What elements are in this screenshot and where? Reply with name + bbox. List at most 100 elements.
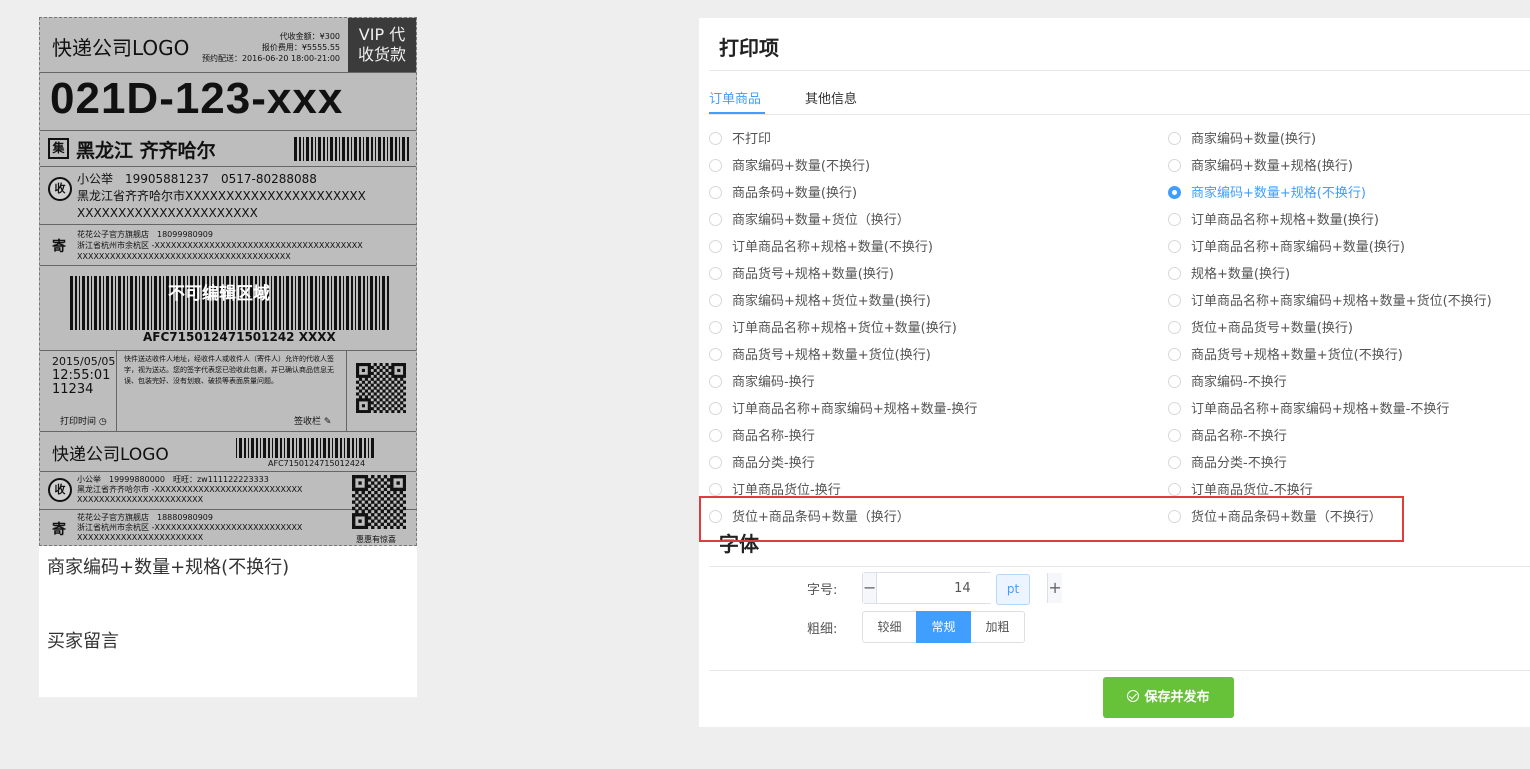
sender-icon-stub: 寄 [52, 522, 66, 538]
radio-icon[interactable] [709, 375, 722, 388]
print-option[interactable]: 商家编码+规格+货位+数量(换行) [709, 293, 931, 311]
vip-line-1: VIP 代 [358, 25, 406, 44]
receiver-address-2: XXXXXXXXXXXXXXXXXXXXXX [77, 206, 258, 220]
radio-icon[interactable] [1168, 213, 1181, 226]
divider [116, 351, 117, 431]
unit-button[interactable]: pt [996, 574, 1030, 605]
highlight-box [699, 496, 1404, 542]
radio-icon[interactable] [709, 294, 722, 307]
print-option[interactable]: 订单商品名称+商家编码+规格+数量-不换行 [1168, 401, 1449, 419]
radio-icon[interactable] [709, 267, 722, 280]
print-option[interactable]: 订单商品名称+规格+数量(换行) [1168, 212, 1379, 230]
print-option[interactable]: 商品货号+规格+数量(换行) [709, 266, 894, 284]
receiver-stub-info: 小公举 19999880000 旺旺：zw111122223333 黑龙江省齐齐… [77, 475, 302, 505]
print-option[interactable]: 商家编码+数量+规格(换行) [1168, 158, 1353, 176]
print-option[interactable]: 商家编码+数量(不换行) [709, 158, 870, 176]
sender-section: 寄 花花公子官方旗舰店 18099980909 浙江省杭州市余杭区 -XXXXX… [40, 225, 416, 266]
print-time-text: 打印时间 [60, 417, 97, 427]
print-option[interactable]: 订单商品名称+规格+数量(不换行) [709, 239, 933, 257]
print-time-label: 打印时间 ◷ [60, 414, 107, 427]
print-option[interactable]: 商品货号+规格+数量+货位(换行) [709, 347, 931, 365]
radio-icon[interactable] [1168, 267, 1181, 280]
radio-icon[interactable] [709, 321, 722, 334]
font-weight-label: 粗细: [807, 622, 838, 637]
option-label: 订单商品名称+规格+数量(换行) [1191, 213, 1379, 228]
radio-icon[interactable] [1168, 375, 1181, 388]
increase-button[interactable]: + [1047, 573, 1062, 603]
sender-address-2: XXXXXXXXXXXXXXXXXXXXXXXXXXXXXXXXXXXXXXX [77, 252, 291, 261]
print-option[interactable]: 商品名称-不换行 [1168, 428, 1287, 446]
preview-field-buyer-message[interactable]: 买家留言 [47, 627, 119, 653]
radio-icon[interactable] [709, 348, 722, 361]
save-publish-button[interactable]: 保存并发布 [1103, 677, 1234, 718]
receiver-stub-line-2: 黑龙江省齐齐哈尔市 -XXXXXXXXXXXXXXXXXXXXXXXXXXX [77, 485, 303, 494]
print-option[interactable]: 商家编码+数量+规格(不换行) [1168, 185, 1366, 203]
radio-icon[interactable] [709, 132, 722, 145]
print-option[interactable]: 商品货号+规格+数量+货位(不换行) [1168, 347, 1403, 365]
print-option[interactable]: 商品分类-换行 [709, 455, 815, 473]
radio-icon[interactable] [1168, 456, 1181, 469]
sender-icon: 寄 [52, 239, 66, 255]
stub-header: 快递公司LOGO AFC7150124715012424 [40, 432, 416, 472]
option-label: 商品名称-不换行 [1191, 429, 1287, 444]
print-option[interactable]: 商品条码+数量(换行) [709, 185, 857, 203]
radio-icon[interactable] [1168, 159, 1181, 172]
receiver-address-1: 黑龙江省齐齐哈尔市XXXXXXXXXXXXXXXXXXXXXX [77, 189, 366, 203]
print-option[interactable]: 商家编码-换行 [709, 374, 815, 392]
radio-icon[interactable] [1168, 402, 1181, 415]
radio-icon[interactable] [1168, 321, 1181, 334]
radio-icon[interactable] [709, 213, 722, 226]
receiver-section: 收 小公举 19905881237 0517-80288088 黑龙江省齐齐哈尔… [40, 167, 416, 225]
option-label: 商品货号+规格+数量+货位(不换行) [1191, 348, 1403, 363]
receiver-name-phone: 小公举 19905881237 0517-80288088 [77, 172, 317, 186]
print-option[interactable]: 不打印 [709, 131, 771, 149]
radio-icon[interactable] [709, 159, 722, 172]
print-option[interactable]: 货位+商品货号+数量(换行) [1168, 320, 1353, 338]
print-settings-panel: 打印项 订单商品 其他信息 不打印 商家编码+数量(不换行) 商品条码+数量(换行)… [699, 18, 1530, 727]
preview-field-goods[interactable]: 商家编码+数量+规格(不换行) [47, 553, 289, 579]
print-option[interactable]: 订单商品名称+商家编码+数量(换行) [1168, 239, 1405, 257]
radio-icon[interactable] [1168, 294, 1181, 307]
print-option[interactable]: 商品分类-不换行 [1168, 455, 1287, 473]
font-size-stepper: − + [862, 572, 1062, 604]
weight-thin-button[interactable]: 较细 [862, 611, 917, 643]
font-divider [709, 566, 1530, 567]
tab-order-goods[interactable]: 订单商品 [709, 88, 761, 107]
print-option[interactable]: 规格+数量(换行) [1168, 266, 1290, 284]
radio-icon[interactable] [709, 456, 722, 469]
print-option[interactable]: 订单商品名称+规格+货位+数量(换行) [709, 320, 957, 338]
radio-icon[interactable] [709, 402, 722, 415]
option-label: 商品分类-不换行 [1191, 456, 1287, 471]
tab-other-info[interactable]: 其他信息 [805, 88, 857, 107]
option-label: 规格+数量(换行) [1191, 267, 1291, 282]
radio-icon[interactable] [1168, 483, 1181, 496]
option-label: 订单商品名称+商家编码+数量(换行) [1191, 240, 1405, 255]
radio-icon[interactable] [1168, 240, 1181, 253]
font-weight-group: 较细 常规 加粗 [862, 611, 1025, 643]
receiver-icon-stub: 收 [48, 478, 72, 502]
print-option[interactable]: 商家编码-不换行 [1168, 374, 1287, 392]
print-option[interactable]: 商品名称-换行 [709, 428, 815, 446]
print-option[interactable]: 订单商品名称+商家编码+规格+数量-换行 [709, 401, 977, 419]
radio-icon[interactable] [1168, 186, 1181, 199]
info-section: 2015/05/05 12:55:01 11234 打印时间 ◷ 快件送达收件人… [40, 351, 416, 432]
sender-name-phone: 花花公子官方旗舰店 18099980909 [77, 230, 213, 239]
weight-bold-button[interactable]: 加粗 [970, 611, 1025, 643]
radio-icon[interactable] [709, 186, 722, 199]
receiver-stub-line-3: XXXXXXXXXXXXXXXXXXXXXXX [77, 495, 204, 504]
weight-regular-button[interactable]: 常规 [916, 611, 971, 643]
print-option[interactable]: 订单商品名称+商家编码+规格+数量+货位(不换行) [1168, 293, 1492, 311]
barcode-number-stub: AFC7150124715012424 [268, 459, 366, 468]
radio-icon[interactable] [1168, 429, 1181, 442]
print-option[interactable]: 商家编码+数量(换行) [1168, 131, 1316, 149]
radio-icon[interactable] [709, 483, 722, 496]
print-option[interactable]: 商家编码+数量+货位（换行） [709, 212, 910, 230]
signature-label: 签收栏 ✎ [294, 414, 331, 427]
option-label: 商家编码+数量(不换行) [732, 159, 871, 174]
radio-icon[interactable] [709, 240, 722, 253]
radio-icon[interactable] [709, 429, 722, 442]
radio-icon[interactable] [1168, 132, 1181, 145]
radio-icon[interactable] [1168, 348, 1181, 361]
decrease-button[interactable]: − [863, 573, 878, 603]
option-label: 订单商品名称+商家编码+规格+数量-不换行 [1191, 402, 1450, 417]
